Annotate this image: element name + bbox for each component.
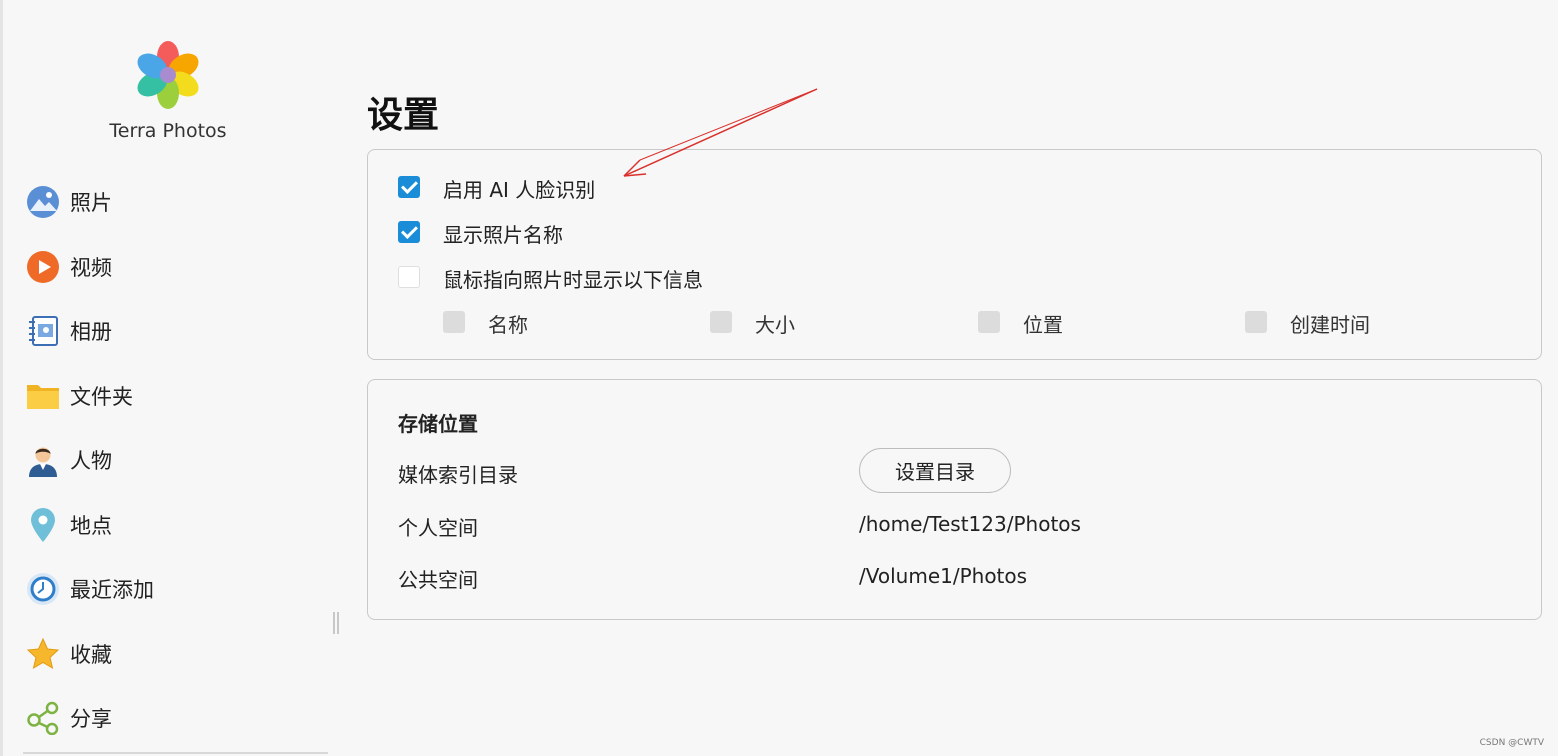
storage-location-panel: 存储位置 媒体索引目录 设置目录 个人空间 /home/Test123/Phot…	[367, 379, 1542, 620]
media-index-dir-label: 媒体索引目录	[398, 463, 518, 487]
hover-field-created-time-checkbox[interactable]	[1245, 311, 1267, 333]
set-directory-button[interactable]: 设置目录	[859, 448, 1011, 493]
public-space-label: 公共空间	[398, 568, 478, 592]
sidebar-item-photos[interactable]: 照片	[25, 180, 325, 224]
hover-info-label[interactable]: 鼠标指向照片时显示以下信息	[443, 264, 703, 293]
sidebar-item-label: 人物	[70, 449, 112, 473]
enable-ai-face-recognition-checkbox[interactable]	[398, 176, 420, 198]
sidebar-item-recent[interactable]: 最近添加	[25, 567, 325, 611]
hover-field-size-checkbox[interactable]	[710, 311, 732, 333]
share-icon	[25, 700, 61, 736]
sidebar-item-folders[interactable]: 文件夹	[25, 374, 325, 418]
public-space-path: /Volume1/Photos	[859, 564, 1028, 588]
person-icon	[25, 442, 61, 478]
hover-field-location-label[interactable]: 位置	[1023, 309, 1063, 338]
sidebar-item-people[interactable]: 人物	[25, 438, 325, 482]
display-settings-panel: 启用 AI 人脸识别 显示照片名称 鼠标指向照片时显示以下信息 名称 大小 位置…	[367, 149, 1542, 360]
annotation-arrow-icon	[623, 88, 818, 177]
sidebar-item-label: 相册	[70, 320, 112, 344]
show-photo-name-checkbox[interactable]	[398, 221, 420, 243]
album-icon	[25, 313, 61, 349]
sidebar-item-label: 地点	[70, 514, 112, 538]
sidebar-item-label: 最近添加	[70, 578, 154, 602]
hover-field-name-checkbox[interactable]	[443, 311, 465, 333]
sidebar-item-albums[interactable]: 相册	[25, 309, 325, 353]
sidebar-item-label: 文件夹	[70, 385, 133, 409]
sidebar-item-favorites[interactable]: 收藏	[25, 632, 325, 676]
sidebar: Terra Photos 照片 视频 相册 文件夹 人物 地点 最近添加 收藏 …	[3, 0, 333, 756]
sidebar-item-share[interactable]: 分享	[25, 696, 325, 740]
watermark: CSDN @CWTV	[1479, 738, 1544, 748]
page-title: 设置	[367, 95, 440, 136]
storage-section-title: 存储位置	[398, 412, 478, 436]
folder-icon	[25, 378, 61, 414]
sidebar-resize-handle[interactable]	[333, 612, 339, 634]
hover-field-size-label[interactable]: 大小	[755, 309, 795, 338]
sidebar-item-label: 视频	[70, 256, 112, 280]
clock-icon	[25, 571, 61, 607]
app-name: Terra Photos	[109, 120, 227, 142]
personal-space-label: 个人空间	[398, 516, 478, 540]
location-pin-icon	[25, 507, 61, 543]
show-photo-name-label[interactable]: 显示照片名称	[443, 219, 563, 248]
photos-icon	[25, 184, 61, 220]
hover-field-location-checkbox[interactable]	[978, 311, 1000, 333]
terra-photos-logo-icon	[133, 40, 203, 110]
enable-ai-face-recognition-label[interactable]: 启用 AI 人脸识别	[443, 174, 595, 203]
sidebar-item-label: 照片	[70, 191, 112, 215]
personal-space-path: /home/Test123/Photos	[859, 512, 1081, 536]
video-play-icon	[25, 249, 61, 285]
sidebar-item-label: 分享	[70, 707, 112, 731]
sidebar-item-places[interactable]: 地点	[25, 503, 325, 547]
hover-field-created-time-label[interactable]: 创建时间	[1290, 309, 1370, 338]
hover-info-checkbox[interactable]	[398, 266, 420, 288]
hover-field-name-label[interactable]: 名称	[488, 309, 528, 338]
sidebar-item-label: 收藏	[70, 643, 112, 667]
star-icon	[25, 636, 61, 672]
sidebar-divider	[23, 752, 328, 754]
sidebar-item-videos[interactable]: 视频	[25, 245, 325, 289]
